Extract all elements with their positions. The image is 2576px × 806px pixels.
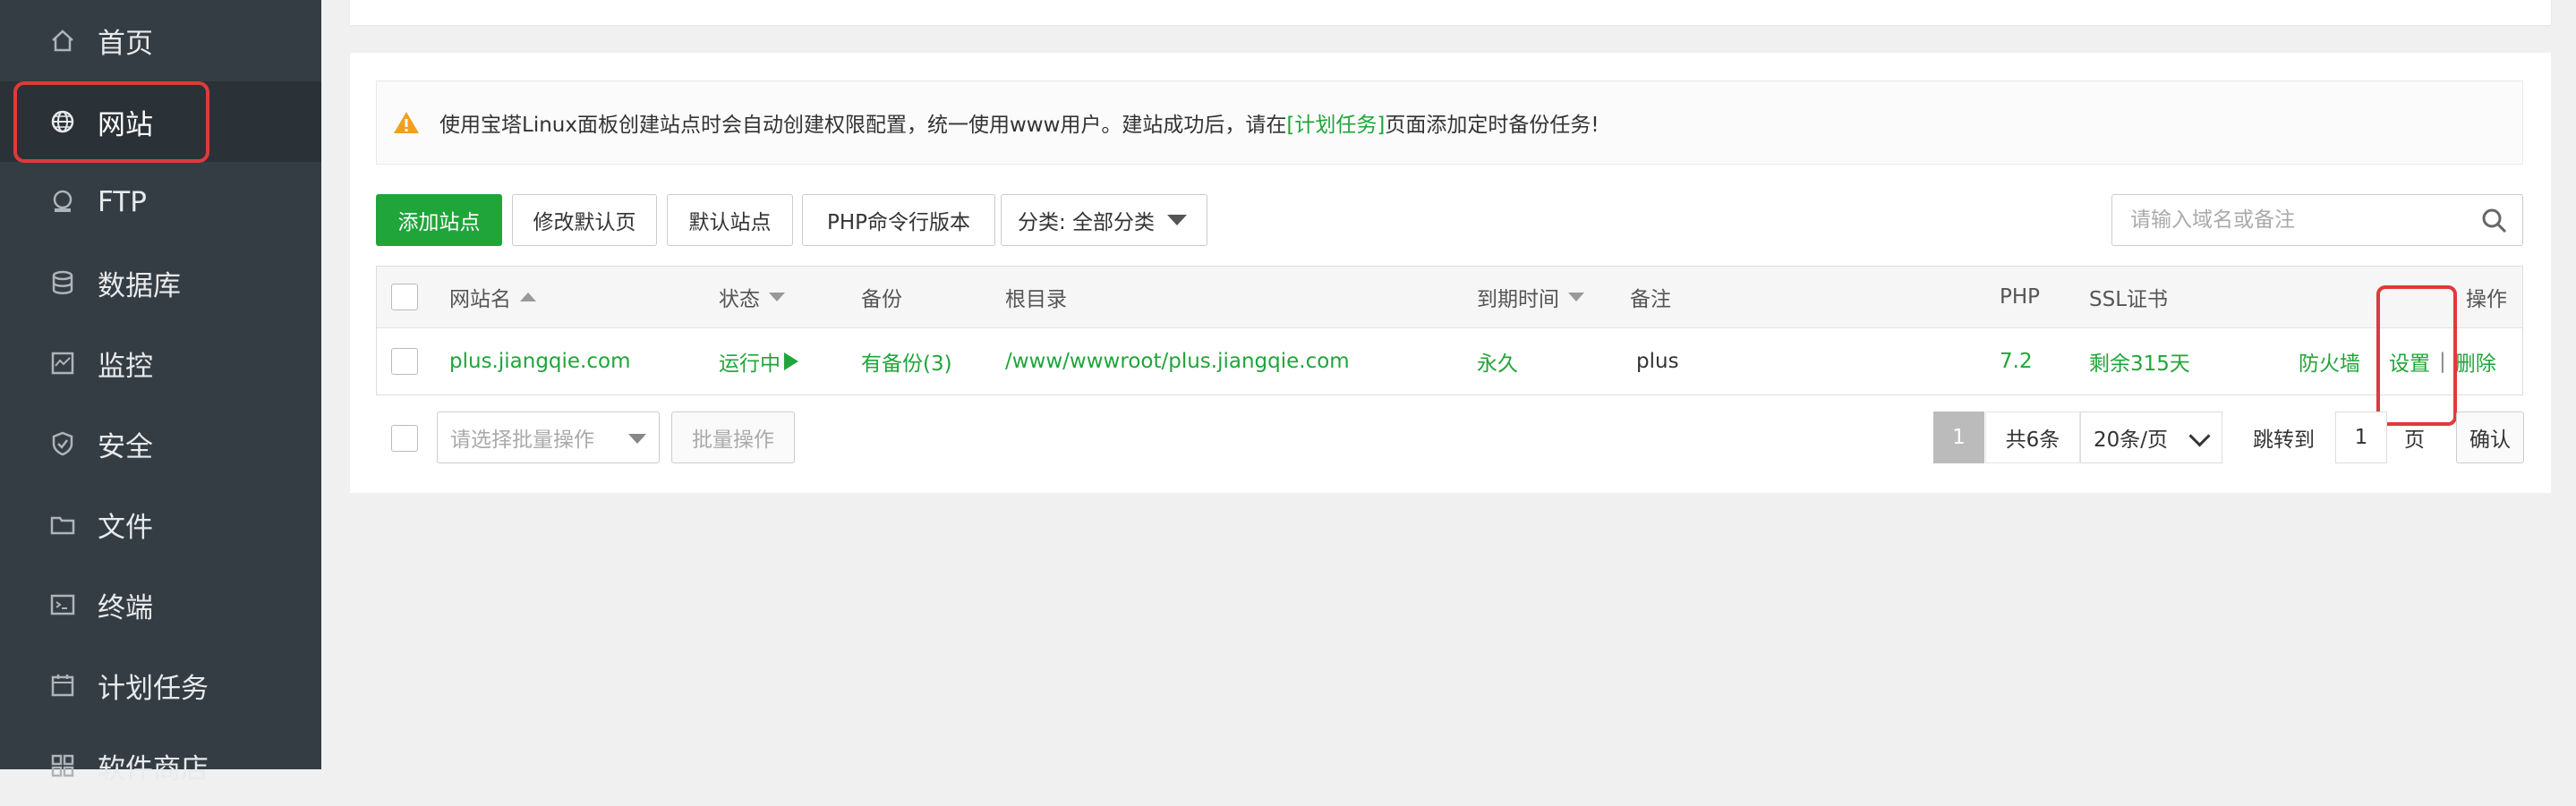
sort-desc-icon	[769, 293, 785, 301]
header-status[interactable]: 状态	[719, 267, 785, 327]
sidebar-item-security[interactable]: 安全	[0, 403, 321, 484]
jump-page-input[interactable]: 1	[2335, 411, 2387, 463]
shield-icon	[49, 430, 76, 457]
chevron-down-icon	[1167, 215, 1188, 225]
site-status-toggle[interactable]: 运行中	[719, 327, 798, 395]
php-version-link[interactable]: 7.2	[2000, 327, 2033, 395]
search-box[interactable]	[2111, 194, 2523, 246]
root-dir-link[interactable]: /www/wwwroot/plus.jiangqie.com	[1005, 327, 1350, 395]
category-label: 分类: 全部分类	[1018, 211, 1156, 234]
table-row: plus.jiangqie.com 运行中 有备份(3) /www/wwwroo…	[377, 327, 2522, 395]
expire-link[interactable]: 永久	[1477, 327, 1518, 395]
sidebar-item-database[interactable]: 数据库	[0, 242, 321, 323]
table-header: 网站名 状态 备份 根目录 到期时间 备注 PHP SSL证书 操作	[377, 267, 2522, 328]
note-field[interactable]: plus	[1636, 327, 1679, 395]
batch-operation-select[interactable]: 请选择批量操作	[437, 411, 660, 463]
database-icon	[49, 269, 76, 296]
notice-text-tail: 页面添加定时备份任务!	[1385, 114, 1599, 137]
sort-asc-icon	[520, 293, 536, 301]
row-checkbox-cell	[391, 327, 418, 395]
page-size-select[interactable]: 20条/页	[2080, 411, 2222, 463]
sidebar-item-label: 软件商店	[98, 752, 209, 785]
sidebar-item-label: 终端	[98, 591, 153, 624]
apps-icon	[49, 752, 76, 779]
active-highlight-box	[13, 81, 209, 163]
header-name-label: 网站名	[449, 288, 511, 311]
php-cli-version-button[interactable]: PHP命令行版本	[802, 194, 995, 246]
header-status-label: 状态	[719, 288, 760, 311]
batch-placeholder: 请选择批量操作	[450, 428, 594, 452]
sidebar: 首页 网站 FTP 数据库 监控 安全 文件 终端 计划任务 软件商店	[0, 0, 321, 785]
batch-select-all-checkbox[interactable]	[391, 425, 418, 452]
site-status-label: 运行中	[719, 352, 780, 376]
sidebar-item-label: 首页	[98, 27, 153, 60]
search-icon[interactable]	[2481, 208, 2508, 234]
backup-link[interactable]: 有备份(3)	[861, 327, 952, 395]
pagination-current-page[interactable]: 1	[1933, 411, 1984, 463]
header-ops: 操作	[2466, 288, 2507, 311]
batch-operation-button[interactable]: 批量操作	[671, 411, 795, 463]
header-root: 根目录	[1005, 288, 1067, 311]
terminal-icon	[49, 591, 76, 618]
header-note: 备注	[1630, 288, 1671, 311]
sidebar-item-label: 监控	[98, 350, 153, 383]
modify-default-page-button[interactable]: 修改默认页	[512, 194, 657, 246]
header-expire-label: 到期时间	[1477, 288, 1559, 311]
notice-text: 使用宝塔Linux面板创建站点时会自动创建权限配置，统一使用www用户。建站成功…	[439, 114, 1287, 137]
jump-label: 跳转到	[2253, 428, 2315, 452]
header-php: PHP	[2000, 285, 2041, 309]
category-dropdown[interactable]: 分类: 全部分类	[1001, 194, 1207, 246]
sidebar-item-label: 安全	[98, 430, 153, 463]
pagination-total: 共6条	[1985, 411, 2080, 463]
header-ssl: SSL证书	[2089, 288, 2169, 311]
jump-confirm-button[interactable]: 确认	[2456, 411, 2524, 463]
header-name[interactable]: 网站名	[449, 267, 536, 327]
sidebar-item-label: 数据库	[98, 269, 181, 302]
search-input[interactable]	[2128, 208, 2472, 233]
settings-highlight-box	[2376, 285, 2457, 426]
chevron-down-icon	[2188, 425, 2211, 447]
delete-link[interactable]: 删除	[2455, 346, 2496, 377]
sidebar-item-label: FTP	[98, 186, 147, 218]
calendar-icon	[49, 672, 76, 699]
sidebar-item-ftp[interactable]: FTP	[0, 162, 321, 242]
cron-task-link[interactable]: [计划任务]	[1286, 107, 1385, 138]
header-expire[interactable]: 到期时间	[1477, 267, 1584, 327]
page-size-label: 20条/页	[2094, 428, 2169, 452]
ssl-link[interactable]: 剩余315天	[2089, 327, 2190, 395]
home-icon	[49, 27, 76, 54]
row-checkbox[interactable]	[391, 348, 418, 375]
header-backup: 备份	[861, 288, 902, 311]
batch-checkbox-wrap	[391, 425, 418, 452]
play-icon	[784, 352, 798, 370]
default-site-button[interactable]: 默认站点	[667, 194, 793, 246]
sidebar-item-label: 计划任务	[98, 672, 209, 705]
site-table: 网站名 状态 备份 根目录 到期时间 备注 PHP SSL证书 操作 plus.…	[376, 266, 2523, 395]
select-all-checkbox[interactable]	[391, 284, 418, 310]
site-name-link[interactable]: plus.jiangqie.com	[449, 327, 631, 395]
sidebar-item-cron[interactable]: 计划任务	[0, 645, 321, 725]
sidebar-item-terminal[interactable]: 终端	[0, 564, 321, 645]
sidebar-item-store[interactable]: 软件商店	[0, 725, 321, 806]
add-site-button[interactable]: 添加站点	[376, 194, 502, 246]
folder-icon	[49, 511, 76, 538]
page-unit-label: 页	[2404, 428, 2425, 452]
firewall-link[interactable]: 防火墙	[2299, 346, 2360, 377]
monitor-icon	[49, 350, 76, 377]
chevron-down-icon	[628, 434, 646, 444]
select-all-checkbox-cell	[391, 267, 418, 327]
sidebar-item-files[interactable]: 文件	[0, 484, 321, 564]
sidebar-item-label: 文件	[98, 511, 153, 544]
ftp-icon	[49, 189, 76, 216]
sidebar-item-monitor[interactable]: 监控	[0, 323, 321, 403]
notice-banner: 使用宝塔Linux面板创建站点时会自动创建权限配置，统一使用www用户。建站成功…	[376, 81, 2523, 165]
top-panel	[350, 0, 2551, 25]
sort-desc-icon	[1568, 293, 1584, 301]
sidebar-item-home[interactable]: 首页	[0, 0, 321, 81]
warning-icon	[394, 112, 419, 133]
